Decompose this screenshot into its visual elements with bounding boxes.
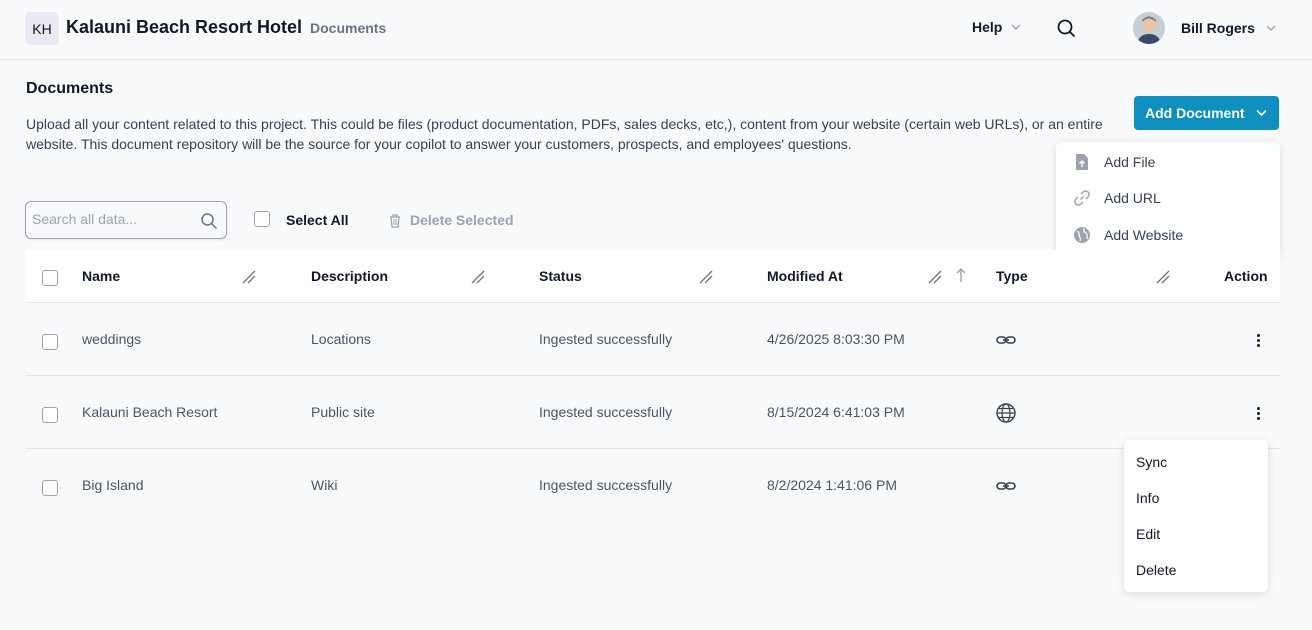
cell-description: Public site (311, 404, 375, 420)
documents-table: Name Description Status Modified At Type… (26, 250, 1280, 522)
menu-item-info[interactable]: Info (1136, 490, 1159, 506)
search-icon (201, 213, 217, 229)
column-resize-icon[interactable] (697, 268, 715, 286)
cell-name: Kalauni Beach Resort (82, 404, 218, 420)
cell-modified-at: 4/26/2025 8:03:30 PM (767, 331, 905, 347)
column-header-status[interactable]: Status (539, 268, 582, 284)
search-input[interactable] (32, 211, 202, 227)
menu-item-add-website[interactable]: Add Website (1072, 223, 1183, 247)
column-header-action: Action (1224, 268, 1268, 284)
row-checkbox[interactable] (42, 480, 58, 496)
chevron-down-icon (1011, 24, 1021, 30)
org-logo-badge[interactable]: KH (25, 12, 59, 45)
cell-modified-at: 8/15/2024 6:41:03 PM (767, 404, 905, 420)
column-header-name[interactable]: Name (82, 268, 120, 284)
link-icon (996, 482, 1016, 490)
globe-icon (996, 403, 1016, 423)
add-document-label: Add Document (1145, 105, 1245, 121)
globe-icon (1074, 227, 1090, 243)
table-row[interactable]: Big Island Wiki Ingested successfully 8/… (26, 449, 1280, 522)
table-header: Name Description Status Modified At Type… (26, 250, 1280, 303)
add-document-menu: Add File Add URL Add Website (1056, 142, 1280, 257)
menu-item-sync[interactable]: Sync (1136, 454, 1167, 470)
link-icon (996, 336, 1016, 344)
search-field[interactable] (25, 201, 227, 239)
top-bar: KH Kalauni Beach Resort Hotel Documents … (0, 0, 1312, 60)
help-label: Help (972, 19, 1003, 35)
avatar (1133, 12, 1165, 44)
column-resize-icon[interactable] (1154, 268, 1172, 286)
user-menu[interactable]: Bill Rogers (1133, 12, 1277, 44)
menu-item-label: Add File (1104, 154, 1156, 170)
cell-description: Wiki (311, 477, 338, 493)
column-resize-icon[interactable] (469, 268, 487, 286)
sort-ascending-icon[interactable] (955, 266, 967, 284)
cell-name: Big Island (82, 477, 144, 493)
cell-status: Ingested successfully (539, 404, 673, 420)
row-checkbox[interactable] (42, 334, 58, 350)
add-document-button[interactable]: Add Document (1134, 96, 1279, 130)
menu-item-add-file[interactable]: Add File (1072, 150, 1155, 174)
menu-item-label: Add URL (1104, 190, 1161, 206)
row-actions-button[interactable] (1250, 404, 1266, 422)
select-all-label[interactable]: Select All (286, 212, 349, 228)
user-name: Bill Rogers (1181, 20, 1255, 36)
help-menu-button[interactable]: Help (972, 19, 1022, 35)
delete-selected-label: Delete Selected (410, 212, 514, 228)
column-header-type[interactable]: Type (996, 268, 1028, 284)
page-title: Documents (26, 80, 114, 97)
select-all-checkbox[interactable] (254, 211, 270, 227)
menu-item-label: Add Website (1104, 227, 1184, 243)
delete-selected-button[interactable]: Delete Selected (388, 212, 514, 228)
trash-icon (390, 213, 400, 228)
menu-item-add-url[interactable]: Add URL (1072, 186, 1161, 210)
cell-status: Ingested successfully (539, 331, 673, 347)
chevron-down-icon (1266, 25, 1276, 31)
menu-item-delete[interactable]: Delete (1136, 562, 1176, 578)
row-checkbox[interactable] (42, 407, 58, 423)
menu-item-edit[interactable]: Edit (1136, 526, 1160, 542)
app-title: Kalauni Beach Resort Hotel (66, 17, 303, 37)
table-row[interactable]: Kalauni Beach Resort Public site Ingeste… (26, 376, 1280, 449)
page-description: Upload all your content related to this … (26, 116, 1103, 152)
column-resize-icon[interactable] (240, 268, 258, 286)
cell-name: weddings (82, 331, 142, 347)
row-action-menu: Sync Info Edit Delete (1124, 440, 1268, 592)
breadcrumb: Documents (310, 20, 387, 36)
row-actions-button[interactable] (1250, 331, 1266, 349)
chevron-down-icon (1256, 109, 1267, 117)
header-select-checkbox[interactable] (42, 270, 58, 286)
file-upload-icon (1076, 154, 1088, 170)
table-row[interactable]: weddings Locations Ingested successfully… (26, 303, 1280, 376)
cell-modified-at: 8/2/2024 1:41:06 PM (767, 477, 897, 493)
column-resize-icon[interactable] (926, 268, 944, 286)
search-icon[interactable] (1055, 17, 1077, 39)
cell-description: Locations (311, 331, 371, 347)
column-header-description[interactable]: Description (311, 268, 388, 284)
column-header-modified-at[interactable]: Modified At (767, 268, 843, 284)
cell-status: Ingested successfully (539, 477, 673, 493)
link-icon (1074, 190, 1090, 206)
